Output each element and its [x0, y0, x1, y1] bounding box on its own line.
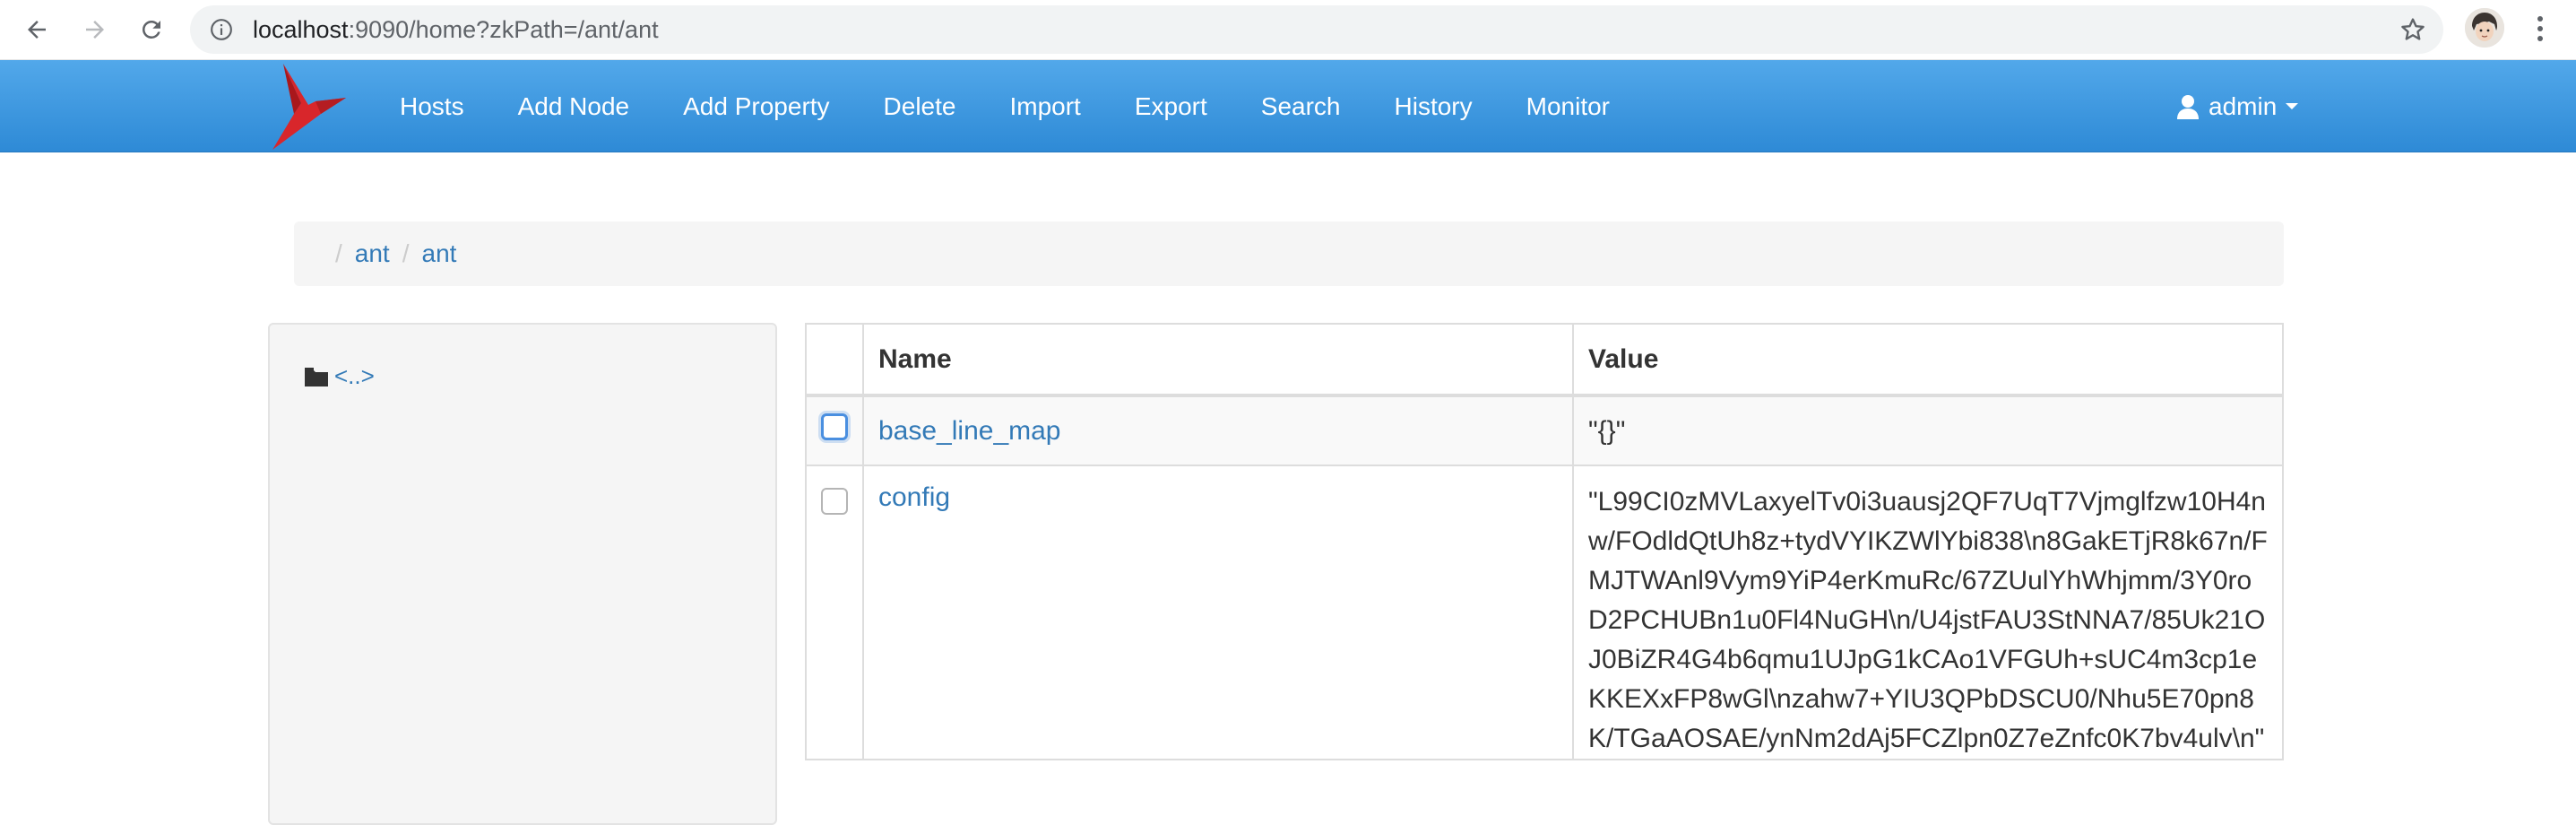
table-row: base_line_map "{}" [805, 395, 2284, 466]
value-cell: "L99CI0zMVLaxyelTv0i3uausj2QF7UqT7Vjmglf… [1572, 465, 2284, 760]
nav-monitor[interactable]: Monitor [1500, 60, 1637, 152]
breadcrumb-item[interactable]: ant [422, 239, 457, 268]
nav-menu: Hosts Add Node Add Property Delete Impor… [373, 60, 1637, 152]
parent-link-text[interactable]: <..> [334, 362, 375, 390]
avatar-icon [2465, 8, 2504, 48]
caret-down-icon [2286, 103, 2299, 109]
breadcrumb-item[interactable]: ant [355, 239, 390, 268]
reload-icon [143, 20, 160, 39]
reload-button[interactable] [131, 9, 172, 50]
nav-history[interactable]: History [1368, 60, 1500, 152]
nav-delete[interactable]: Delete [857, 60, 983, 152]
app-navbar: Hosts Add Node Add Property Delete Impor… [0, 60, 2576, 152]
name-cell: base_line_map [862, 395, 1574, 466]
select-column-header [805, 323, 864, 397]
row-checkbox[interactable] [821, 413, 848, 440]
nav-import[interactable]: Import [982, 60, 1107, 152]
info-icon[interactable] [210, 18, 233, 41]
url-text[interactable]: localhost:9090/home?zkPath=/ant/ant [253, 17, 659, 42]
browser-toolbar: localhost:9090/home?zkPath=/ant/ant [0, 0, 2576, 60]
breadcrumb-separator: / [335, 239, 342, 267]
nav-hosts[interactable]: Hosts [373, 60, 491, 152]
name-column-header: Name [862, 323, 1574, 397]
address-bar[interactable]: localhost:9090/home?zkPath=/ant/ant [190, 5, 2443, 54]
property-name-link[interactable]: base_line_map [878, 416, 1060, 446]
username: admin [2209, 91, 2278, 120]
bookmark-star-icon[interactable] [2399, 15, 2427, 44]
back-button[interactable] [16, 9, 57, 50]
table-header-row: Name Value [805, 323, 2284, 397]
properties-table: Name Value base_line_map "{}" config "L9… [805, 323, 2284, 760]
profile-avatar[interactable] [2465, 8, 2504, 48]
select-cell [805, 465, 864, 760]
table-row: config "L99CI0zMVLaxyelTv0i3uausj2QF7UqT… [805, 465, 2284, 760]
forward-button[interactable] [74, 9, 116, 50]
value-column-header: Value [1572, 323, 2284, 397]
bird-logo-icon[interactable] [269, 62, 354, 152]
user-dropdown[interactable]: admin [2176, 60, 2299, 152]
browser-menu-icon[interactable] [2526, 13, 2554, 45]
forward-arrow-icon [86, 21, 104, 39]
user-icon [2177, 94, 2199, 119]
name-cell: config [862, 465, 1574, 760]
value-cell: "{}" [1572, 395, 2284, 466]
nav-export[interactable]: Export [1108, 60, 1234, 152]
folder-icon [305, 367, 328, 386]
breadcrumb-separator: / [402, 239, 410, 267]
nav-search[interactable]: Search [1234, 60, 1368, 152]
property-name-link[interactable]: config [878, 482, 950, 512]
back-arrow-icon [28, 21, 46, 39]
breadcrumb: / ant / ant [294, 221, 2284, 286]
row-checkbox[interactable] [821, 488, 848, 515]
parent-node-link[interactable]: <..> [304, 362, 375, 390]
node-tree-panel: <..> [268, 323, 777, 825]
nav-add-property[interactable]: Add Property [656, 60, 856, 152]
url-path: :9090/home?zkPath=/ant/ant [348, 16, 659, 43]
select-cell [805, 395, 864, 466]
nav-add-node[interactable]: Add Node [491, 60, 657, 152]
url-host: localhost [253, 16, 349, 43]
